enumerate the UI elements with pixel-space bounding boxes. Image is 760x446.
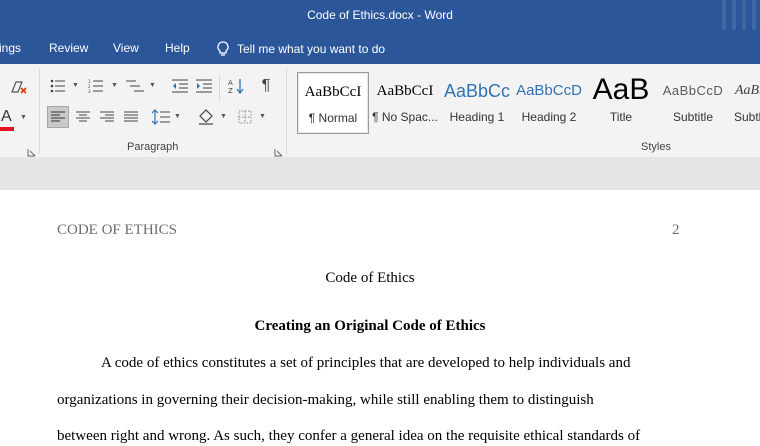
- document-canvas-background: [0, 157, 760, 190]
- ribbon-tabs: ings Review View Help Tell me what you w…: [0, 34, 760, 64]
- style-no-spacing[interactable]: AaBbCcI ¶ No Spac...: [369, 72, 441, 134]
- group-separator: [286, 68, 287, 154]
- section-heading: Creating an Original Code of Ethics: [254, 318, 486, 334]
- window-control-edge: [742, 0, 746, 30]
- paint-bucket-icon: [199, 109, 213, 125]
- style-subtitle[interactable]: AaBbCcD Subtitle: [657, 72, 729, 134]
- font-color-button[interactable]: A: [0, 108, 16, 132]
- body-line: between right and wrong. As such, they c…: [57, 428, 641, 444]
- style-preview: AaBbCc: [443, 81, 511, 101]
- styles-group-label: Styles: [641, 141, 671, 153]
- align-left-icon: [51, 111, 65, 122]
- style-subtle-emphasis[interactable]: AaBb Subtl: [729, 72, 760, 134]
- style-preview: AaBbCcI: [376, 83, 434, 99]
- font-color-dropdown[interactable]: ▼: [20, 114, 27, 121]
- bullets-dropdown[interactable]: ▼: [72, 82, 79, 89]
- page-number: 2: [672, 222, 680, 238]
- tab-view[interactable]: View: [113, 41, 139, 55]
- title-bar: Code of Ethics.docx - Word: [0, 0, 760, 34]
- increase-indent-icon: [196, 79, 212, 93]
- window-title: Code of Ethics.docx - Word: [307, 8, 453, 22]
- style-name: ¶ Normal: [308, 111, 358, 125]
- borders-icon: [238, 110, 252, 124]
- numbering-icon: 1 2 3: [88, 79, 103, 93]
- align-right-icon: [100, 111, 114, 122]
- numbering-dropdown[interactable]: ▼: [111, 82, 118, 89]
- decrease-indent-button[interactable]: [170, 76, 190, 96]
- borders-button[interactable]: [235, 106, 255, 128]
- body-line: organizations in governing their decisio…: [57, 392, 594, 408]
- font-color-bar: [0, 127, 14, 131]
- style-name: Subtitle: [672, 110, 714, 124]
- align-right-button[interactable]: [96, 106, 118, 128]
- inline-separator: [219, 74, 220, 102]
- decrease-indent-icon: [172, 79, 188, 93]
- tell-me-box[interactable]: Tell me what you want to do: [217, 40, 385, 58]
- window-control-edge: [722, 0, 726, 30]
- style-name: Heading 1: [449, 110, 505, 124]
- body-line: A code of ethics constitutes a set of pr…: [101, 355, 631, 371]
- group-separator: [39, 68, 40, 154]
- justify-icon: [124, 111, 138, 122]
- paragraph-dialog-launcher[interactable]: [274, 144, 283, 157]
- show-formatting-marks-button[interactable]: ¶: [256, 76, 276, 96]
- numbering-button[interactable]: 1 2 3: [86, 76, 106, 96]
- font-dialog-launcher[interactable]: [27, 144, 36, 157]
- style-preview: AaBbCcD: [662, 83, 724, 98]
- sort-button[interactable]: A Z: [226, 76, 246, 96]
- running-head: CODE OF ETHICS: [57, 222, 178, 238]
- style-preview: AaBbCcI: [304, 84, 362, 100]
- multilevel-list-icon: [126, 80, 144, 92]
- clear-formatting-button[interactable]: [8, 77, 30, 97]
- align-left-button[interactable]: [47, 106, 69, 128]
- bullets-button[interactable]: [48, 76, 68, 96]
- ribbon: A ▼ ▼ 1 2 3 ▼ ▼ A Z ¶ ▼ ▼ ▼ Paragraph Aa…: [0, 64, 760, 158]
- style-name: Title: [609, 110, 633, 124]
- sort-icon: A Z: [228, 79, 244, 94]
- pilcrow-icon: ¶: [261, 77, 271, 94]
- tab-mailings[interactable]: ings: [0, 41, 21, 55]
- line-spacing-dropdown[interactable]: ▼: [174, 113, 181, 120]
- line-spacing-button[interactable]: [150, 106, 172, 128]
- lightbulb-icon: [217, 41, 229, 56]
- window-control-edge: [732, 0, 736, 30]
- svg-text:A: A: [228, 79, 233, 87]
- style-heading-1[interactable]: AaBbCc Heading 1: [441, 72, 513, 134]
- shading-button[interactable]: [195, 106, 217, 128]
- shading-dropdown[interactable]: ▼: [220, 113, 227, 120]
- style-preview: AaBb: [735, 83, 760, 98]
- svg-text:Z: Z: [228, 87, 233, 94]
- style-name: Heading 2: [521, 110, 577, 124]
- increase-indent-button[interactable]: [194, 76, 214, 96]
- style-name: Subtl: [734, 110, 760, 124]
- line-spacing-icon: [152, 109, 170, 125]
- paragraph-group-label: Paragraph: [127, 141, 179, 153]
- style-name: ¶ No Spac...: [372, 110, 438, 124]
- window-control-edge: [752, 0, 756, 30]
- tab-review[interactable]: Review: [49, 41, 88, 55]
- style-preview: AaB: [592, 73, 650, 106]
- multilevel-dropdown[interactable]: ▼: [149, 82, 156, 89]
- style-title[interactable]: AaB Title: [585, 72, 657, 134]
- center-button[interactable]: [72, 106, 94, 128]
- eraser-icon: [11, 81, 27, 94]
- style-heading-2[interactable]: AaBbCcD Heading 2: [513, 72, 585, 134]
- bullets-icon: [50, 79, 65, 93]
- style-preview: AaBbCcD: [516, 82, 582, 99]
- document-page[interactable]: CODE OF ETHICS 2 Code of Ethics Creating…: [0, 190, 760, 446]
- multilevel-list-button[interactable]: [124, 76, 146, 96]
- tell-me-text: Tell me what you want to do: [237, 42, 386, 56]
- svg-text:3: 3: [88, 89, 91, 93]
- align-center-icon: [76, 111, 90, 122]
- justify-button[interactable]: [120, 106, 142, 128]
- borders-dropdown[interactable]: ▼: [259, 113, 266, 120]
- style-normal[interactable]: AaBbCcI ¶ Normal: [297, 72, 369, 134]
- tab-help[interactable]: Help: [165, 41, 190, 55]
- font-color-letter: A: [1, 108, 12, 125]
- document-title: Code of Ethics: [325, 270, 415, 286]
